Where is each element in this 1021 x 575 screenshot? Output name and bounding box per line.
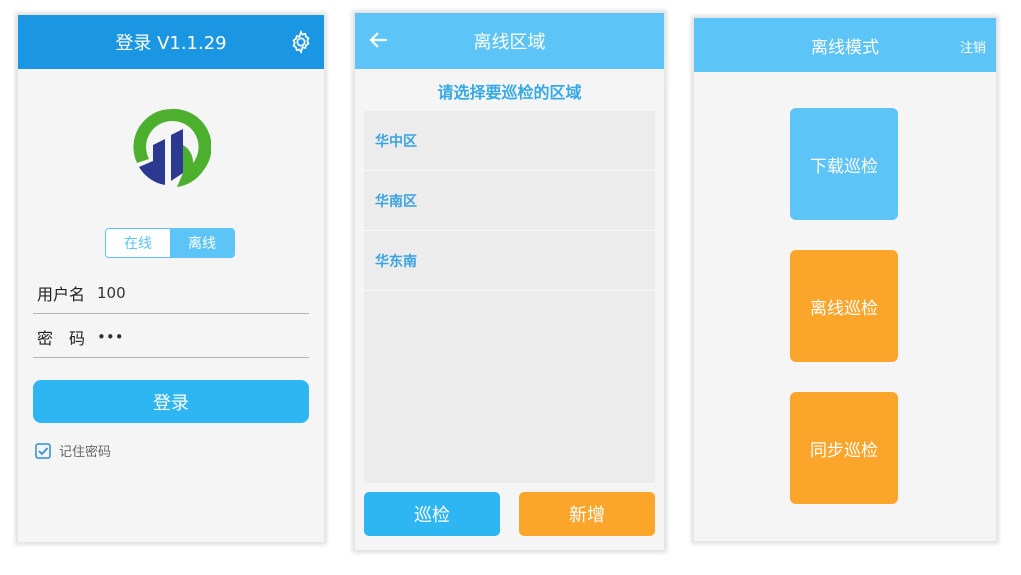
remember-password-label: 记住密码: [59, 445, 112, 460]
password-field[interactable]: 密 码 •••: [33, 317, 309, 358]
password-input[interactable]: •••: [97, 328, 124, 346]
logout-button[interactable]: 注销: [960, 37, 986, 56]
login-screen: 登录 V1.1.29 在线 离线 用户名 100 密 码 ••• 登录 记住密码: [18, 15, 324, 542]
region-list: 华中区 华南区 华东南: [364, 111, 655, 483]
username-label: 用户名: [37, 285, 86, 304]
offline-title: 离线模式: [811, 37, 879, 58]
region-header: 离线区域: [355, 13, 664, 69]
sync-patrol-button[interactable]: 同步巡检: [790, 392, 898, 504]
checkbox-checked-icon[interactable]: [35, 442, 51, 459]
add-button[interactable]: 新增: [519, 492, 655, 536]
mode-online-tab[interactable]: 在线: [106, 229, 170, 257]
app-logo-icon: [133, 108, 211, 187]
login-header: 登录 V1.1.29: [18, 15, 324, 69]
login-title: 登录 V1.1.29: [115, 33, 227, 54]
download-patrol-button[interactable]: 下载巡检: [790, 108, 898, 220]
region-item-huazhong[interactable]: 华中区: [364, 111, 655, 171]
patrol-button[interactable]: 巡检: [364, 492, 500, 536]
mode-offline-tab[interactable]: 离线: [170, 229, 234, 257]
offline-mode-screen: 离线模式 注销 下载巡检 离线巡检 同步巡检: [694, 18, 996, 541]
gear-icon[interactable]: [288, 29, 314, 55]
offline-header: 离线模式 注销: [694, 18, 996, 72]
login-button[interactable]: 登录: [33, 380, 309, 423]
region-item-huanan[interactable]: 华南区: [364, 171, 655, 231]
region-item-huadongnan[interactable]: 华东南: [364, 231, 655, 291]
region-title: 离线区域: [473, 32, 546, 53]
offline-patrol-button[interactable]: 离线巡检: [790, 250, 898, 362]
back-arrow-icon[interactable]: [368, 29, 390, 51]
region-prompt: 请选择要巡检的区域: [437, 83, 582, 102]
region-screen: 离线区域 请选择要巡检的区域 华中区 华南区 华东南 巡检 新增: [355, 13, 664, 550]
remember-password-checkbox[interactable]: 记住密码: [35, 441, 111, 460]
username-input[interactable]: 100: [97, 284, 126, 302]
username-field[interactable]: 用户名 100: [33, 273, 309, 314]
password-label: 密 码: [37, 329, 86, 348]
mode-toggle: 在线 离线: [105, 228, 235, 258]
